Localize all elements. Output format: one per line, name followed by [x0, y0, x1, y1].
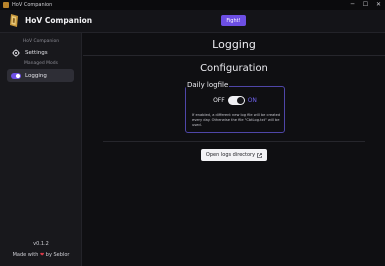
window-titlebar: HoV Companion ─ ☐ ✕ [0, 0, 385, 10]
made-with-text: Made with [12, 252, 39, 258]
sidebar-section-label: Managed Mods [24, 61, 58, 66]
sidebar-item-logging[interactable]: Logging [7, 69, 74, 82]
toggle-off-label: OFF [213, 97, 225, 104]
version-label: v0.1.2 [33, 241, 49, 247]
sidebar-item-label: Logging [25, 72, 47, 79]
main-content: Logging Configuration OFF ON If enabled,… [83, 33, 385, 266]
minimize-button[interactable]: ─ [346, 0, 359, 10]
sidebar-item-settings[interactable]: Settings [7, 46, 74, 59]
open-logs-directory-button[interactable]: Open logs directory [201, 149, 267, 161]
open-logs-label: Open logs directory [205, 152, 256, 158]
daily-logfile-card: OFF ON If enabled, a different new log f… [185, 86, 285, 133]
sidebar-section-label: HoV Companion [22, 39, 60, 44]
author-text: by Seblor [45, 252, 70, 258]
sidebar-item-label: Settings [25, 49, 48, 56]
close-button[interactable]: ✕ [372, 0, 385, 10]
made-with-credit: Made with ❤ by Seblor [0, 252, 82, 258]
toggle-knob [236, 97, 244, 104]
daily-logfile-description: If enabled, a different new log file wil… [192, 113, 281, 127]
divider [83, 55, 385, 56]
external-link-icon [257, 152, 262, 158]
fight-button[interactable]: Fight! [221, 15, 246, 26]
toggle-on-label: ON [247, 97, 257, 104]
window-controls: ─ ☐ ✕ [346, 0, 385, 10]
gear-icon [11, 48, 21, 57]
divider [103, 141, 365, 142]
logo-icon [10, 14, 18, 27]
maximize-button[interactable]: ☐ [359, 0, 372, 10]
toggle-icon [11, 72, 21, 80]
page-title: Logging [212, 38, 256, 51]
section-title: Configuration [200, 63, 268, 74]
window-title: HoV Companion [12, 2, 53, 8]
app-name: HoV Companion [25, 16, 93, 25]
sidebar: HoV Companion Settings Managed Mods Logg… [0, 33, 82, 266]
app-header: HoV Companion Fight! [0, 10, 385, 33]
app-icon [3, 2, 9, 8]
daily-logfile-toggle[interactable] [227, 96, 245, 105]
daily-logfile-toggle-row: OFF ON [186, 96, 284, 105]
daily-logfile-title: Daily logfile [186, 81, 230, 89]
heart-icon: ❤ [39, 252, 45, 258]
